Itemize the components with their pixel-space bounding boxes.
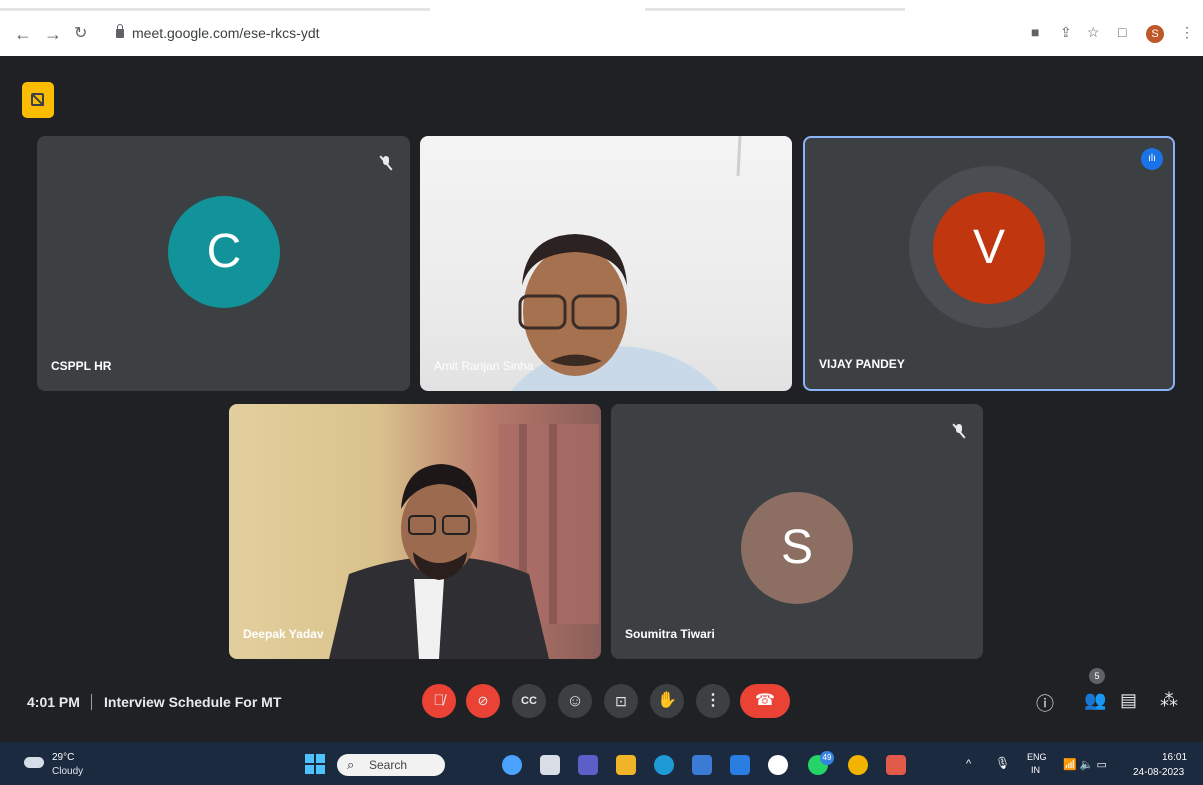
present-screen-icon: ⊡ [615,693,627,709]
search-icon: ⌕ [347,757,355,772]
meeting-title: Interview Schedule For MT [104,694,282,710]
people-icon[interactable]: 👥 [1084,690,1106,711]
wifi-volume-battery-icons[interactable]: 📶 🔈 ▭ [1063,758,1107,771]
camera-off-button[interactable]: ⊘ [466,684,500,718]
chatgpt-icon[interactable] [768,755,788,775]
participant-tile-vijay-pandey[interactable]: ılı V VIJAY PANDEY [803,136,1175,391]
share-icon[interactable]: ⇪ [1060,24,1072,41]
side-panel-icon[interactable]: □ [1118,24,1126,40]
windows-start-icon[interactable] [305,754,325,774]
profile-avatar[interactable]: S [1146,25,1164,43]
microphone-icon[interactable]: 🎙 [995,756,1010,770]
participant-name: Soumitra Tiwari [625,627,715,641]
camera-indicator-icon[interactable]: ■ [1031,24,1039,40]
lock-icon[interactable] [116,24,124,38]
participant-name: VIJAY PANDEY [819,357,905,371]
address-bar[interactable]: meet.google.com/ese-rkcs-ydt [132,25,320,41]
present-button[interactable]: ⊡ [604,684,638,718]
participant-name: Deepak Yadav [243,627,324,641]
camera-off-icon: ⊘ [477,693,489,708]
windows-taskbar [0,742,1203,785]
clock-date[interactable]: 24-08-2023 [1133,767,1184,778]
meeting-time: 4:01 PM [27,694,80,710]
chrome-icon[interactable] [848,755,868,775]
file-explorer-icon[interactable] [616,755,636,775]
participant-name: CSPPL HR [51,359,112,373]
chevron-up-icon[interactable]: ^ [966,758,971,770]
mic-off-icon [379,155,393,171]
browser-chrome: ← → ↻ meet.google.com/ese-rkcs-ydt ■ ⇪ ☆… [0,0,1203,56]
mic-off-icon: 🎙̸ [433,692,445,709]
avatar: C [168,196,280,308]
participant-tile-soumitra-tiwari[interactable]: S Soumitra Tiwari [611,404,983,659]
back-icon[interactable]: ← [14,24,32,44]
raise-hand-button[interactable]: ✋ [650,684,684,718]
store-icon[interactable] [692,755,712,775]
avatar: V [933,192,1045,304]
cloud-icon[interactable] [24,757,44,768]
captions-icon: CC [521,695,537,707]
bookmark-star-icon[interactable]: ☆ [1087,24,1100,41]
notification-badge: 49 [820,751,834,765]
clock-time[interactable]: 16:01 [1162,752,1187,763]
microphone-off-button[interactable]: 🎙̸ [422,684,456,718]
avatar: S [741,492,853,604]
leave-call-button[interactable]: ☎ [740,684,790,718]
app-icon[interactable] [886,755,906,775]
chat-icon[interactable]: ▤ [1120,690,1137,711]
divider [91,694,92,710]
mic-off-icon [952,423,966,439]
meeting-info-icon[interactable]: ⓘ [1036,690,1054,716]
copilot-icon[interactable] [502,755,522,775]
participant-tile-csppl-hr[interactable]: C CSPPL HR [37,136,410,391]
participant-tile-deepak-yadav[interactable]: Deepak Yadav [229,404,601,659]
captions-button[interactable]: CC [512,684,546,718]
tab-divider [0,8,430,11]
hand-icon: ✋ [657,692,677,709]
forward-icon[interactable]: → [44,24,62,44]
search-placeholder: Search [369,758,408,772]
participant-tile-amit[interactable]: Amit Ranjan Sinha [420,136,792,391]
reactions-button[interactable]: ☺ [558,684,592,718]
recording-indicator-icon[interactable] [22,82,54,118]
more-vert-icon: ⋮ [705,692,721,709]
participant-count-badge: 5 [1089,668,1105,684]
more-options-button[interactable]: ⋮ [696,684,730,718]
language-region[interactable]: IN [1031,765,1040,775]
teams-icon[interactable] [578,755,598,775]
activities-icon[interactable]: ⁂ [1160,690,1178,711]
speaking-indicator-icon: ılı [1141,148,1163,170]
task-view-icon[interactable] [540,755,560,775]
mail-icon[interactable] [730,755,750,775]
hangup-icon: ☎ [755,692,775,709]
edge-icon[interactable] [654,755,674,775]
browser-menu-icon[interactable]: ⋮ [1180,24,1194,41]
video-feed [511,136,742,391]
language-indicator[interactable]: ENG [1027,752,1047,762]
tab-divider [645,8,905,11]
weather-condition[interactable]: Cloudy [52,766,83,777]
emoji-icon: ☺ [566,691,584,710]
video-feed [329,424,599,659]
weather-temperature[interactable]: 29°C [52,752,74,763]
participant-name: Amit Ranjan Sinha [434,359,534,373]
reload-icon[interactable]: ↻ [74,24,87,44]
